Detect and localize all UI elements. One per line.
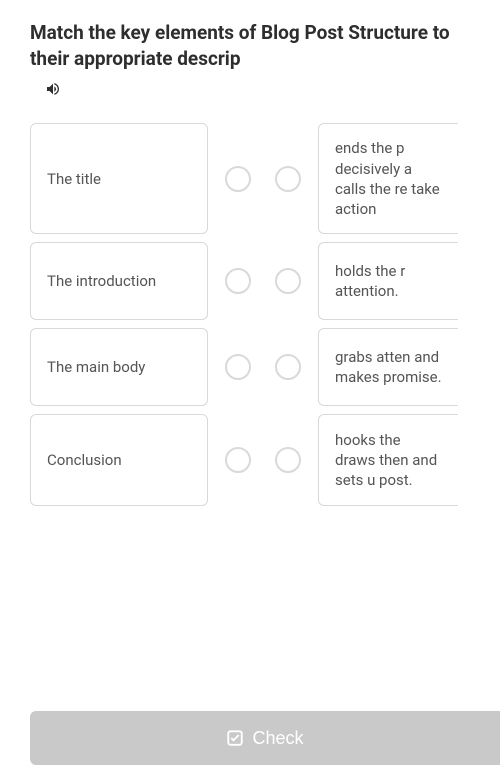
match-row: The introduction holds the r attention.: [30, 242, 470, 320]
connector-zone: [208, 328, 318, 406]
audio-button[interactable]: [30, 81, 470, 101]
right-item-description[interactable]: grabs atten and makes promise.: [318, 328, 458, 406]
left-connector-circle[interactable]: [225, 268, 251, 294]
match-grid: The title ends the p decisively a calls …: [30, 123, 470, 506]
right-connector-circle[interactable]: [275, 166, 301, 192]
left-item-title[interactable]: The title: [30, 123, 208, 234]
left-item-label: The title: [47, 169, 101, 189]
left-item-label: The introduction: [47, 271, 156, 291]
left-item-label: The main body: [47, 357, 145, 377]
match-row: The main body grabs atten and makes prom…: [30, 328, 470, 406]
right-item-description[interactable]: ends the p decisively a calls the re tak…: [318, 123, 458, 234]
left-item-label: Conclusion: [47, 450, 122, 470]
left-connector-circle[interactable]: [225, 447, 251, 473]
right-item-text: grabs atten and makes promise.: [335, 347, 442, 388]
left-item-main-body[interactable]: The main body: [30, 328, 208, 406]
connector-zone: [208, 140, 318, 218]
right-connector-circle[interactable]: [275, 447, 301, 473]
match-row: The title ends the p decisively a calls …: [30, 123, 470, 234]
right-connector-circle[interactable]: [275, 268, 301, 294]
connector-zone: [208, 242, 318, 320]
right-item-text: holds the r attention.: [335, 261, 442, 302]
left-item-introduction[interactable]: The introduction: [30, 242, 208, 320]
left-connector-circle[interactable]: [225, 354, 251, 380]
right-item-description[interactable]: hooks the draws then and sets u post.: [318, 414, 458, 506]
right-item-description[interactable]: holds the r attention.: [318, 242, 458, 320]
check-button[interactable]: Check: [30, 711, 500, 765]
left-connector-circle[interactable]: [225, 166, 251, 192]
speaker-icon: [44, 82, 62, 101]
left-item-conclusion[interactable]: Conclusion: [30, 414, 208, 506]
connector-zone: [208, 421, 318, 499]
check-icon: [226, 729, 244, 747]
right-item-text: ends the p decisively a calls the re tak…: [335, 138, 442, 219]
check-button-label: Check: [252, 728, 303, 749]
question-title: Match the key elements of Blog Post Stru…: [30, 20, 470, 71]
right-connector-circle[interactable]: [275, 354, 301, 380]
right-item-text: hooks the draws then and sets u post.: [335, 430, 442, 491]
match-row: Conclusion hooks the draws then and sets…: [30, 414, 470, 506]
